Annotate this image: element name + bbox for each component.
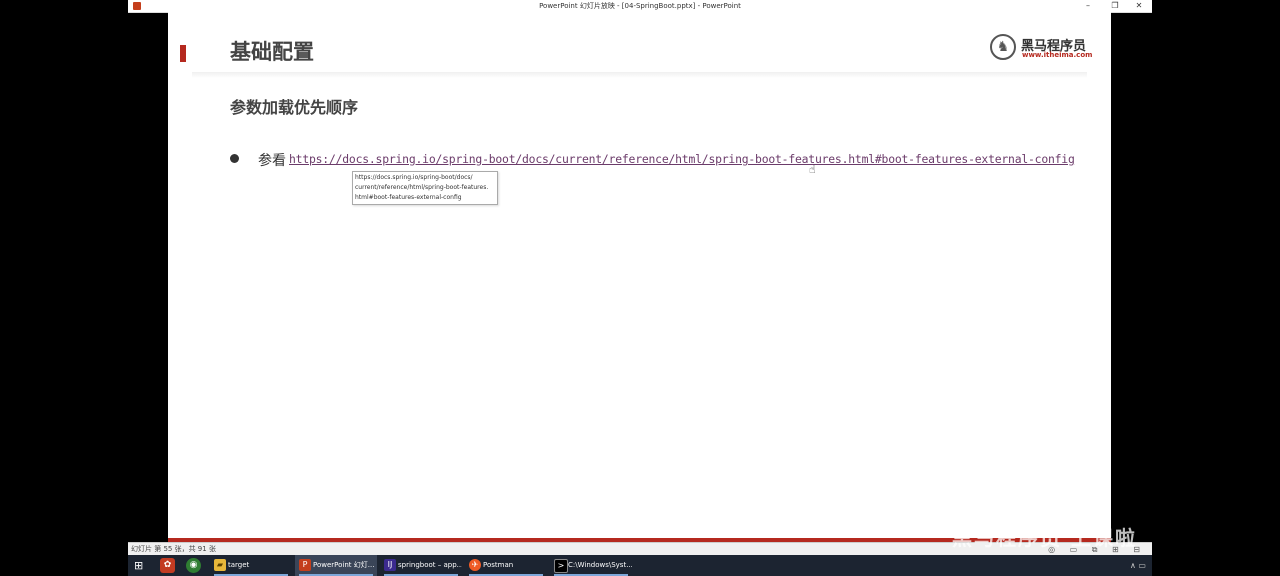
taskbar-item-cmd[interactable]: > C:\Windows\Syst... [550, 555, 632, 576]
title-accent-bar [180, 45, 186, 62]
windows-start-icon[interactable]: ⊞ [134, 559, 143, 572]
slide-canvas: 基础配置 ♞ 黑马程序员 www.itheima.com 参数加载优先顺序 参看… [168, 12, 1111, 542]
postman-icon: ✈ [469, 559, 481, 571]
taskbar-item-powerpoint[interactable]: P PowerPoint 幻灯... [295, 555, 377, 576]
taskbar-item-postman[interactable]: ✈ Postman [465, 555, 547, 576]
system-tray[interactable]: ∧ ▭ [1130, 555, 1146, 576]
cmd-icon: > [554, 559, 568, 573]
chrome-icon[interactable]: ◉ [186, 558, 201, 573]
close-button[interactable]: ✕ [1130, 0, 1148, 12]
folder-icon: ▰ [214, 559, 226, 571]
hand-cursor-icon: ☝ [809, 163, 816, 176]
header-divider [192, 72, 1087, 78]
slide-subtitle: 参数加载优先顺序 [230, 98, 359, 117]
docs-link[interactable]: https://docs.spring.io/spring-boot/docs/… [289, 152, 1075, 166]
bullet-icon [230, 154, 239, 163]
horse-logo-icon: ♞ [990, 34, 1016, 60]
intellij-icon: IJ [384, 559, 396, 571]
powerpoint-icon: P [299, 559, 311, 571]
restore-button[interactable]: ❐ [1106, 0, 1124, 12]
bullet-label: 参看 [258, 153, 286, 169]
video-watermark: 黑马程序员 上课啦 [952, 526, 1137, 550]
windows-taskbar: ⊞ ✿ ◉ ▰ target P PowerPoint 幻灯... IJ spr… [128, 555, 1152, 576]
taskbar-item-target[interactable]: ▰ target [210, 555, 292, 576]
logo-url: www.itheima.com [1022, 51, 1093, 59]
minimize-button[interactable]: – [1079, 0, 1097, 12]
pinned-app-icon[interactable]: ✿ [160, 558, 175, 573]
taskbar-item-intellij[interactable]: IJ springboot – app... [380, 555, 462, 576]
itheima-logo: ♞ 黑马程序员 www.itheima.com [990, 34, 1093, 62]
link-tooltip: https://docs.spring.io/spring-boot/docs/… [352, 171, 498, 205]
slide-title: 基础配置 [230, 40, 314, 64]
window-title: PowerPoint 幻灯片放映 - [04-SpringBoot.pptx] … [539, 2, 741, 10]
